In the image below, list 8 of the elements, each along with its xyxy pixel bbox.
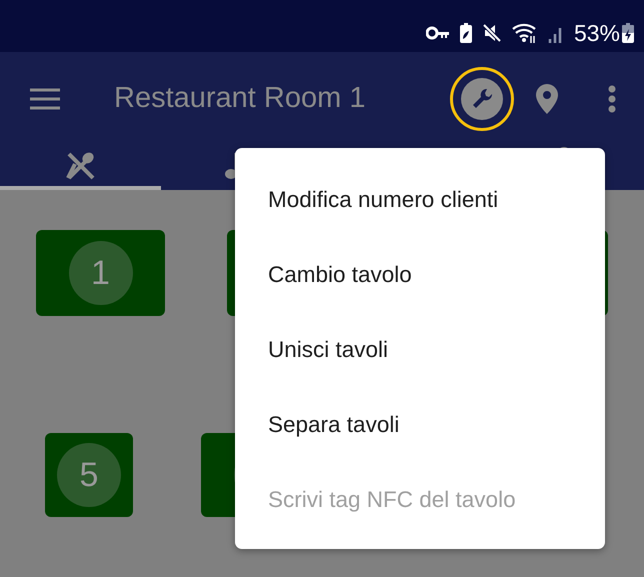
battery-percentage: 53% [574, 19, 620, 48]
menu-item[interactable]: Unisci tavoli [235, 312, 605, 387]
menu-item[interactable]: Separa tavoli [235, 387, 605, 462]
menu-item[interactable]: Modifica numero clienti [235, 162, 605, 237]
menu-item[interactable]: Cambio tavolo [235, 237, 605, 312]
screen-title: Restaurant Room 1 [114, 82, 366, 115]
table-number: 5 [80, 456, 98, 494]
table-number: 1 [91, 254, 110, 292]
